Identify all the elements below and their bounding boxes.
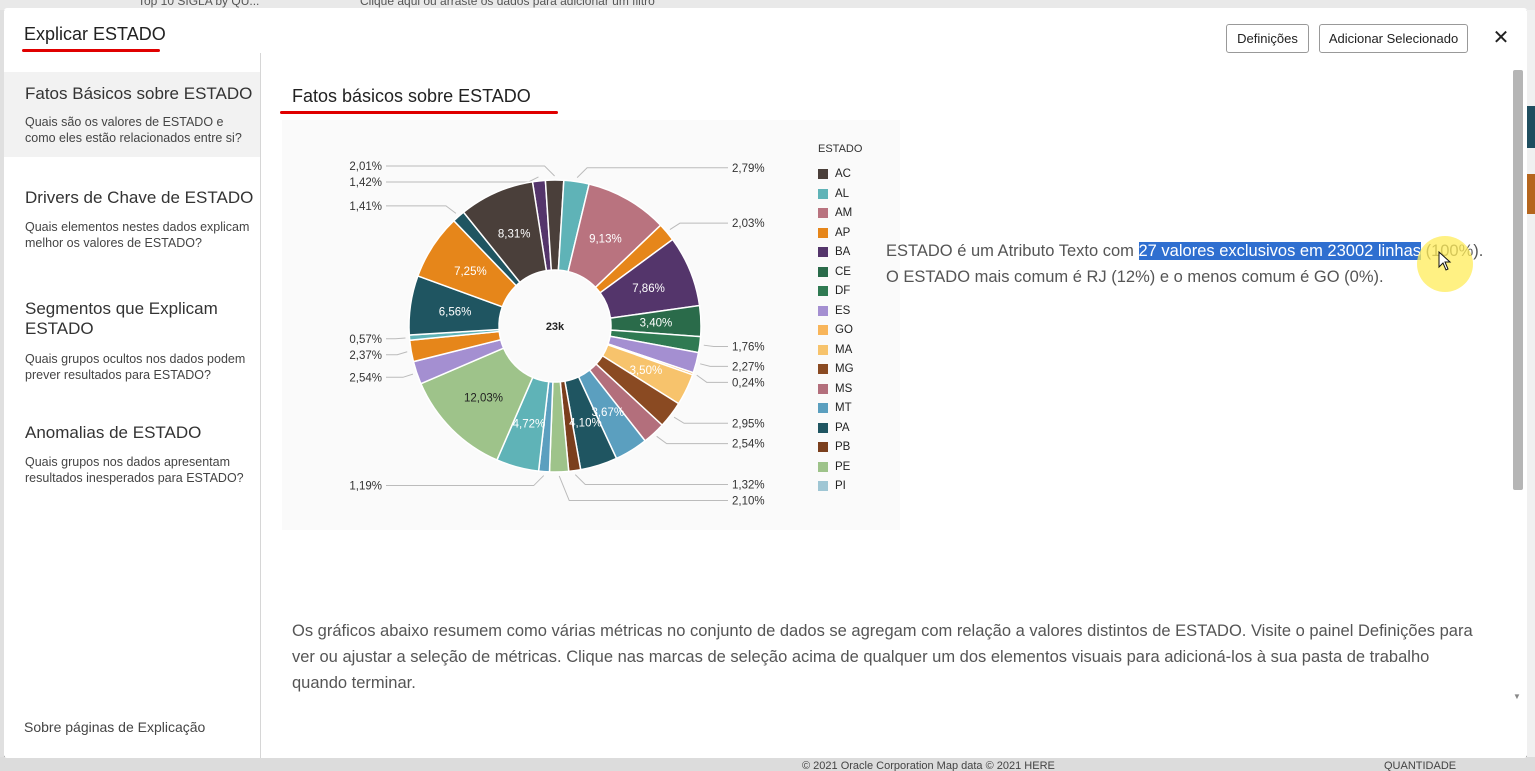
legend-swatch	[818, 325, 828, 335]
legend-swatch	[818, 461, 828, 472]
sidebar-item-key-drivers[interactable]: Drivers de Chave de ESTADO Quais element…	[4, 178, 260, 258]
legend-label: PE	[835, 460, 851, 473]
legend-label: ES	[835, 304, 851, 317]
legend-label: MT	[835, 402, 852, 414]
legend-label: PA	[835, 421, 850, 434]
background-measure-label: QUANTIDADE	[1384, 760, 1457, 771]
legend-swatch	[818, 344, 828, 355]
sidebar-item-desc: Quais grupos ocultos nos dados podem pre…	[25, 352, 246, 382]
legend-swatch	[818, 422, 828, 433]
sidebar-item-anomalies[interactable]: Anomalias de ESTADO Quais grupos nos dad…	[4, 415, 260, 495]
explain-sidebar: Fatos Básicos sobre ESTADO Quais são os …	[4, 53, 261, 758]
about-explain-pages-link[interactable]: Sobre páginas de Explicação	[24, 719, 205, 735]
summary-text: ESTADO é um Atributo Texto com 27 valore…	[886, 238, 1486, 290]
legend-swatch	[818, 169, 828, 179]
sidebar-item-title: Drivers de Chave de ESTADO	[25, 188, 254, 207]
sidebar-item-desc: Quais elementos nestes dados explicam me…	[25, 220, 250, 250]
legend-item[interactable]: MG	[818, 362, 854, 376]
legend-item[interactable]: ES	[818, 304, 850, 318]
settings-button[interactable]: Definições	[1226, 24, 1309, 53]
sidebar-item-title: Fatos Básicos sobre ESTADO	[25, 84, 253, 103]
background-right-edge	[1527, 10, 1535, 757]
sidebar-item-basic-facts[interactable]: Fatos Básicos sobre ESTADO Quais são os …	[4, 72, 260, 157]
legend-swatch	[818, 305, 828, 316]
legend-label: AL	[835, 187, 850, 200]
legend-item[interactable]: MS	[818, 382, 852, 396]
mouse-pointer-icon	[1438, 251, 1452, 271]
sidebar-item-title: Anomalias de ESTADO	[25, 423, 202, 442]
legend-item[interactable]: PI	[818, 479, 846, 493]
red-underline-annotation	[280, 111, 558, 114]
add-selected-button[interactable]: Adicionar Selecionado	[1319, 24, 1468, 53]
legend-item[interactable]: MT	[818, 401, 852, 415]
legend-swatch	[818, 208, 828, 218]
legend-label: CE	[835, 265, 851, 278]
summary-before: ESTADO é um Atributo Texto com	[886, 242, 1139, 260]
sidebar-item-title: Segmentos que Explicam ESTADO	[25, 299, 218, 338]
legend-label: DF	[835, 285, 851, 297]
legend-label: PB	[835, 441, 851, 453]
legend-item[interactable]: PA	[818, 421, 850, 435]
background-footer: © 2021 Oracle Corporation Map data © 202…	[0, 757, 1535, 771]
scroll-down-arrow[interactable]: ▼	[1513, 692, 1521, 701]
legend-label: MA	[835, 343, 853, 356]
legend-swatch	[818, 383, 828, 394]
legend-swatch	[818, 442, 828, 452]
legend-label: AM	[835, 207, 853, 219]
close-icon[interactable]: ✕	[1492, 28, 1510, 48]
legend-swatch	[818, 481, 828, 491]
legend-label: BA	[835, 246, 851, 258]
legend-item[interactable]: PB	[818, 440, 850, 454]
explain-dialog: Explicar ESTADO Definições Adicionar Sel…	[4, 8, 1527, 758]
sidebar-item-segments[interactable]: Segmentos que Explicam ESTADO Quais grup…	[4, 291, 260, 391]
summary-highlight: 27 valores exclusivos em 23002 linhas	[1138, 242, 1421, 260]
legend-label: PI	[835, 480, 846, 492]
legend-label: GO	[835, 324, 853, 336]
legend-item[interactable]: AL	[818, 187, 849, 201]
map-attribution: © 2021 Oracle Corporation Map data © 202…	[802, 760, 1055, 771]
legend-item[interactable]: DF	[818, 284, 850, 298]
legend-label: AP	[835, 226, 851, 239]
legend-label: AC	[835, 168, 851, 180]
legend-swatch	[818, 247, 828, 257]
dialog-title: Explicar ESTADO	[24, 24, 166, 44]
legend-item[interactable]: BA	[818, 245, 850, 259]
scrollbar-thumb[interactable]	[1513, 70, 1523, 490]
chart-card[interactable]	[282, 120, 900, 530]
red-underline-annotation	[22, 49, 160, 52]
legend-item[interactable]: PE	[818, 460, 850, 474]
legend-label: MS	[835, 382, 853, 395]
section-title: Fatos básicos sobre ESTADO	[292, 86, 531, 106]
legend-title: ESTADO	[818, 143, 863, 155]
legend-swatch	[818, 403, 828, 413]
background-filter-hint: Clique aqui ou arraste os dados para adi…	[360, 0, 655, 8]
legend-item[interactable]: CE	[818, 265, 851, 279]
legend-swatch	[818, 286, 828, 296]
sidebar-item-desc: Quais grupos nos dados apresentam result…	[25, 455, 244, 485]
legend-item[interactable]: MA	[818, 343, 852, 357]
legend-item[interactable]: AM	[818, 206, 852, 220]
sidebar-divider	[260, 53, 261, 758]
legend-item[interactable]: AC	[818, 167, 851, 181]
legend-swatch	[818, 227, 828, 238]
background-tab-title: Top 10 SIGLA by QU...	[138, 0, 260, 8]
sidebar-item-desc: Quais são os valores de ESTADO e como el…	[25, 115, 242, 145]
legend-label: MG	[835, 363, 854, 375]
legend-item[interactable]: GO	[818, 323, 853, 337]
metrics-description: Os gráficos abaixo resumem como várias m…	[292, 622, 1473, 692]
legend-swatch	[818, 266, 828, 277]
legend-swatch	[818, 364, 828, 374]
legend-item[interactable]: AP	[818, 226, 850, 240]
legend-swatch	[818, 188, 828, 199]
